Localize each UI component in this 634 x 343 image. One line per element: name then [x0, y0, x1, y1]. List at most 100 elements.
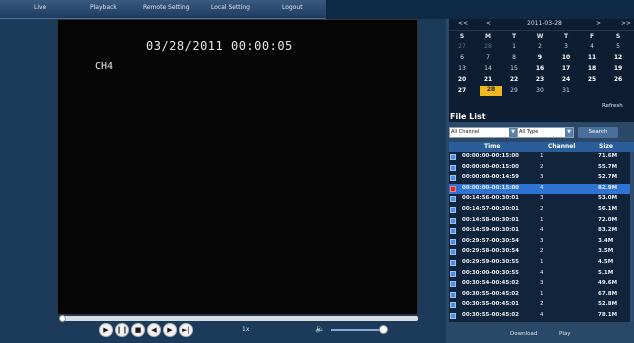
calendar-day[interactable]: 4 [579, 43, 605, 50]
fast-icon[interactable]: ▶ [163, 323, 177, 337]
calendar-day[interactable]: 17 [553, 65, 579, 72]
file-row[interactable]: 00:00:00-00:14:59 3 52.7M [449, 173, 634, 183]
stop-icon[interactable]: ■ [131, 323, 145, 337]
calendar-day[interactable]: 31 [553, 87, 579, 94]
pause-icon[interactable]: ❙❙ [115, 323, 129, 337]
nav-logout[interactable]: Logout [282, 4, 303, 11]
slow-icon[interactable]: ◀ [147, 323, 161, 337]
file-row[interactable]: 00:14:56-00:30:01 3 53.0M [449, 194, 634, 204]
calendar-day[interactable]: 7 [475, 54, 501, 61]
nav-live[interactable]: Live [34, 4, 46, 11]
calendar-day[interactable]: 27 [449, 87, 475, 94]
volume-icon[interactable]: 🔈 [315, 324, 325, 333]
calendar-day[interactable]: 10 [553, 54, 579, 61]
calendar-day[interactable]: 23 [527, 76, 553, 83]
next-month-button[interactable]: > [596, 20, 601, 27]
calendar-day[interactable]: 25 [579, 76, 605, 83]
search-button[interactable]: Search [578, 127, 618, 138]
video-file-icon [450, 228, 456, 235]
file-channel: 3 [540, 280, 544, 287]
file-row[interactable]: 00:30:55-00:45:02 1 67.8M [449, 290, 634, 300]
file-time: 00:14:58-00:30:01 [462, 216, 520, 223]
calendar-day[interactable]: 20 [449, 76, 475, 83]
calendar-day[interactable]: 19 [605, 65, 631, 72]
timeline-handle[interactable] [59, 315, 66, 322]
calendar-day[interactable]: 18 [579, 65, 605, 72]
chevron-down-icon[interactable]: ▼ [509, 128, 517, 137]
file-row[interactable]: 00:30:00-00:30:55 4 5.1M [449, 269, 634, 279]
timeline-bar[interactable] [62, 316, 418, 321]
calendar-day[interactable]: 29 [501, 87, 527, 94]
calendar-day[interactable]: 24 [553, 76, 579, 83]
video-view[interactable]: 03/28/2011 00:00:05 CH4 [57, 19, 418, 315]
file-row[interactable]: 00:29:59-00:30:55 1 4.5M [449, 258, 634, 268]
calendar-day[interactable]: 9 [527, 54, 553, 61]
file-channel: 4 [540, 312, 544, 318]
calendar-day[interactable]: 26 [605, 76, 631, 83]
file-list-scrollbar[interactable] [630, 152, 634, 322]
file-row[interactable]: 00:30:54-00:45:02 3 49.6M [449, 279, 634, 289]
file-row[interactable]: 00:00:00-00:15:00 4 82.9M [449, 183, 634, 194]
file-row[interactable]: 00:29:58-00:30:54 2 3.5M [449, 247, 634, 257]
channel-select[interactable]: All Channel ▼ [449, 127, 518, 138]
file-time: 00:29:58-00:30:54 [462, 248, 520, 255]
calendar-day[interactable]: 11 [579, 54, 605, 61]
calendar-day[interactable]: 8 [501, 54, 527, 61]
weekday-tue: T [511, 33, 517, 40]
calendar-day[interactable]: 28 [475, 43, 501, 50]
calendar-day[interactable]: 6 [449, 54, 475, 61]
file-size: 52.7M [598, 174, 618, 181]
file-row[interactable]: 00:00:00-00:15:00 2 55.7M [449, 163, 634, 173]
nav-remote-setting[interactable]: Remote Setting [143, 4, 190, 11]
volume-handle[interactable] [379, 325, 388, 334]
file-row[interactable]: 00:14:57-00:30:01 2 56.1M [449, 205, 634, 215]
chevron-down-icon[interactable]: ▼ [565, 128, 573, 137]
file-row[interactable]: 00:30:55-00:45:01 2 52.8M [449, 300, 634, 310]
file-row[interactable]: 00:14:58-00:30:01 1 72.0M [449, 216, 634, 226]
play-icon[interactable]: ▶ [99, 323, 113, 337]
file-channel: 2 [540, 301, 544, 308]
file-row[interactable]: 00:00:00-00:15:00 1 71.6M [449, 152, 634, 162]
frame-step-icon[interactable]: ►| [179, 323, 193, 337]
play-button[interactable]: Play [559, 331, 570, 337]
prev-year-button[interactable]: << [458, 20, 468, 27]
download-button[interactable]: Download [510, 331, 537, 337]
calendar-day[interactable]: 12 [605, 54, 631, 61]
volume-slider[interactable] [331, 329, 383, 331]
file-size: 49.6M [598, 280, 618, 287]
type-select[interactable]: All Type ▼ [517, 127, 574, 138]
calendar-day[interactable]: 27 [449, 43, 475, 50]
video-file-icon [450, 154, 456, 160]
calendar-day[interactable]: 5 [605, 43, 631, 50]
file-row[interactable]: 00:30:55-00:45:02 4 78.1M [449, 311, 634, 321]
file-size: 67.8M [598, 290, 618, 297]
refresh-button[interactable]: Refresh [602, 103, 623, 109]
calendar-day[interactable]: 21 [475, 76, 501, 83]
calendar-day[interactable]: 28 [480, 86, 502, 96]
nav-playback[interactable]: Playback [90, 4, 117, 11]
video-file-icon [450, 196, 456, 203]
calendar-day[interactable]: 22 [501, 76, 527, 83]
calendar-day[interactable]: 2 [527, 43, 553, 50]
video-file-icon [450, 238, 456, 245]
file-channel: 1 [540, 216, 544, 223]
calendar-day[interactable]: 15 [501, 65, 527, 72]
nav-local-setting[interactable]: Local Setting [211, 4, 250, 11]
file-size: 3.4M [598, 237, 614, 244]
file-time: 00:30:54-00:45:02 [462, 280, 520, 287]
calendar-day[interactable]: 16 [527, 65, 553, 72]
weekday-mon: M [485, 33, 491, 40]
file-time: 00:30:55-00:45:02 [462, 312, 520, 318]
file-time: 00:00:00-00:15:00 [462, 184, 520, 191]
calendar-day[interactable]: 14 [475, 65, 501, 72]
calendar-day[interactable]: 30 [527, 87, 553, 94]
next-year-button[interactable]: >> [621, 20, 631, 27]
calendar-day[interactable]: 1 [501, 43, 527, 50]
file-row[interactable]: 00:14:59-00:30:01 4 83.2M [449, 226, 634, 236]
prev-month-button[interactable]: < [486, 20, 491, 27]
file-row[interactable]: 00:29:57-00:30:54 3 3.4M [449, 237, 634, 247]
calendar-day[interactable]: 3 [553, 43, 579, 50]
video-timestamp: 03/28/2011 00:00:05 [146, 39, 293, 53]
calendar-day[interactable]: 13 [449, 65, 475, 72]
file-time: 00:00:00-00:15:00 [462, 153, 520, 159]
